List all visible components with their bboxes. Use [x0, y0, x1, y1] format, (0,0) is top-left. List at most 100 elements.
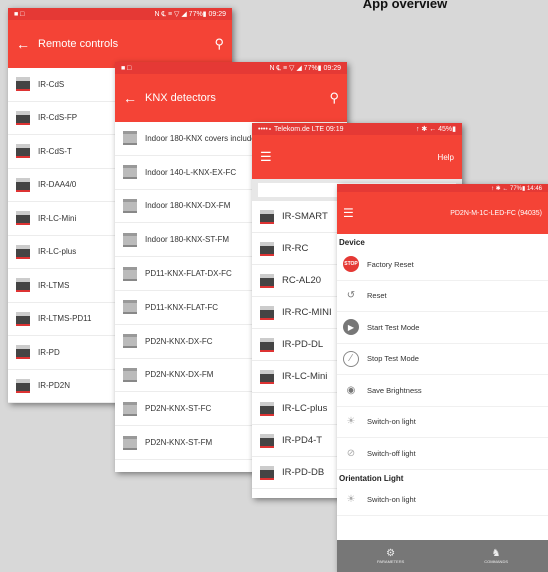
screen-title: Remote controls	[38, 38, 119, 50]
status-icons-right: N ℄ ≡ ▽ ◢ 77%▮ 09:29	[154, 11, 226, 18]
list-item-label: PD11-KNX-FLAT-DX-FC	[145, 269, 232, 279]
remote-control-icon	[16, 311, 30, 326]
command-item[interactable]: ☀ Switch-on light	[337, 485, 548, 516]
command-item[interactable]: ▶ Start Test Mode	[337, 312, 548, 344]
stop-test-icon: ∕	[343, 350, 359, 367]
knx-detector-icon	[123, 198, 137, 213]
reset-icon: ↺	[346, 290, 356, 302]
list-item-label: RC-AL20	[282, 275, 322, 286]
tab-label: COMMANDS	[484, 559, 508, 564]
remote-control-icon	[260, 433, 274, 448]
list-item-label: IR-LTMS	[38, 280, 70, 290]
command-label: Start Test Mode	[367, 322, 420, 332]
screen-title: KNX detectors	[145, 92, 216, 104]
bottom-navigation: ⚙ PARAMETERS ♞ COMMANDS	[337, 540, 548, 572]
search-icon[interactable]: ⚲	[329, 90, 339, 106]
device-detail-screen: ↑ ✱ ← 77%▮ 14:46 ☰ PD2N-M-1C-LED-FC (940…	[337, 184, 548, 572]
remote-control-icon	[16, 278, 30, 293]
remote-control-icon	[16, 77, 30, 92]
menu-icon[interactable]: ☰	[343, 206, 354, 220]
status-icons-right: N ℄ ≡ ▽ ◢ 77%▮ 09:29	[269, 65, 341, 72]
orientation-command-list: ☀ Switch-on light	[337, 485, 548, 516]
app-bar: ← Remote controls ⚲	[8, 20, 232, 68]
remote-control-icon	[260, 241, 274, 256]
page-caption: App overview	[362, 0, 448, 11]
remote-control-icon	[260, 401, 274, 416]
list-item-label: IR-RC-MINI	[282, 307, 332, 318]
list-item-label: PD2N-KNX-ST-FM	[145, 438, 213, 448]
command-item[interactable]: STOP Factory Reset	[337, 249, 548, 281]
knx-detector-icon	[123, 232, 137, 247]
remote-control-icon	[16, 345, 30, 360]
status-battery: ↑ ✱ ← 45%▮	[415, 126, 456, 133]
gear-icon: ⚙	[386, 548, 396, 559]
list-item-label: PD2N-KNX-ST-FC	[145, 404, 212, 414]
back-arrow-icon[interactable]: ←	[16, 36, 30, 52]
command-label: Switch-off light	[367, 448, 416, 458]
list-item-label: PD11-KNX-FLAT-FC	[145, 302, 219, 312]
bulb-on-icon: ☀	[346, 416, 356, 428]
list-item-label: IR-DAA4/0	[38, 180, 77, 190]
command-label: Switch-on light	[367, 417, 416, 427]
stop-sign-icon: STOP	[343, 256, 359, 273]
remote-control-icon	[260, 305, 274, 320]
list-item-label: IR-CdS-FP	[38, 113, 78, 123]
command-label: Reset	[367, 291, 387, 301]
list-item-label: Indoor 140-L-KNX-EX-FC	[145, 167, 237, 177]
status-bar: ■ □ N ℄ ≡ ▽ ◢ 77%▮ 09:29	[115, 62, 347, 74]
list-item-label: Indoor 180-KNX-ST-FM	[145, 235, 230, 245]
knx-detector-icon	[123, 131, 137, 146]
list-item-label: IR-RC	[282, 243, 309, 254]
list-item-label: Indoor 180-KNX-DX-FM	[145, 201, 231, 211]
list-item-label: PD2N-KNX-DX-FC	[145, 336, 213, 346]
app-bar: ← KNX detectors ⚲	[115, 74, 347, 122]
command-item[interactable]: ∕ Stop Test Mode	[337, 344, 548, 375]
remote-control-icon	[16, 177, 30, 192]
remote-control-icon	[16, 110, 30, 125]
command-label: Factory Reset	[367, 259, 414, 269]
list-item-label: IR-SMART	[282, 211, 328, 222]
command-label: Save Brightness	[367, 385, 422, 395]
device-title: PD2N-M-1C-LED-FC (94035)	[450, 209, 542, 217]
remote-control-icon	[16, 144, 30, 159]
remote-control-icon	[16, 244, 30, 259]
search-icon[interactable]: ⚲	[214, 36, 224, 52]
command-item[interactable]: ☀ Switch-on light	[337, 407, 548, 438]
knx-detector-icon	[123, 266, 137, 281]
remote-control-icon	[260, 497, 274, 498]
command-label: Switch-on light	[367, 495, 416, 505]
list-item-label: IR-PD-DL	[282, 339, 324, 350]
knx-detector-icon	[123, 300, 137, 315]
knx-detector-icon	[123, 401, 137, 416]
status-bar: ••••∘ Telekom.de LTE 09:19 ↑ ✱ ← 45%▮	[252, 123, 462, 135]
status-icons-left: ■ □	[14, 10, 25, 18]
knx-detector-icon	[123, 334, 137, 349]
bulb-off-icon: ⊘	[346, 447, 356, 459]
remote-control-icon	[260, 465, 274, 480]
start-test-icon: ▶	[343, 319, 359, 336]
help-button[interactable]: Help	[438, 153, 454, 162]
status-bar: ■ □ N ℄ ≡ ▽ ◢ 77%▮ 09:29	[8, 8, 232, 20]
remote-control-icon	[260, 337, 274, 352]
command-item[interactable]: ↺ Reset	[337, 281, 548, 312]
knx-detector-icon	[123, 435, 137, 450]
command-item[interactable]: ◉ Save Brightness	[337, 375, 548, 407]
command-item[interactable]: ⊘ Switch-off light	[337, 438, 548, 470]
list-item-label: IR-CdS-T	[38, 146, 72, 156]
tab-commands[interactable]: ♞ COMMANDS	[484, 548, 508, 564]
menu-icon[interactable]: ☰	[260, 149, 272, 165]
list-item-label: Indoor 180-KNX covers included	[145, 133, 261, 143]
remote-control-icon	[16, 211, 30, 226]
list-item-label: IR-LC-plus	[38, 247, 77, 257]
tab-parameters[interactable]: ⚙ PARAMETERS	[377, 548, 404, 564]
status-carrier: ••••∘ Telekom.de LTE 09:19	[258, 126, 344, 133]
section-orientation-header: Orientation Light	[339, 473, 404, 483]
app-bar: ☰ PD2N-M-1C-LED-FC (94035)	[337, 192, 548, 234]
status-icons-right: ↑ ✱ ← 77%▮ 14:46	[490, 185, 542, 192]
app-bar: ☰ Help	[252, 135, 462, 179]
list-item-label: IR-LC-Mini	[282, 371, 328, 382]
back-arrow-icon[interactable]: ←	[123, 90, 137, 106]
status-bar: ↑ ✱ ← 77%▮ 14:46	[337, 184, 548, 192]
list-item-label: IR-PD4-T	[282, 435, 323, 446]
list-item-label: IR-PD	[38, 347, 60, 357]
